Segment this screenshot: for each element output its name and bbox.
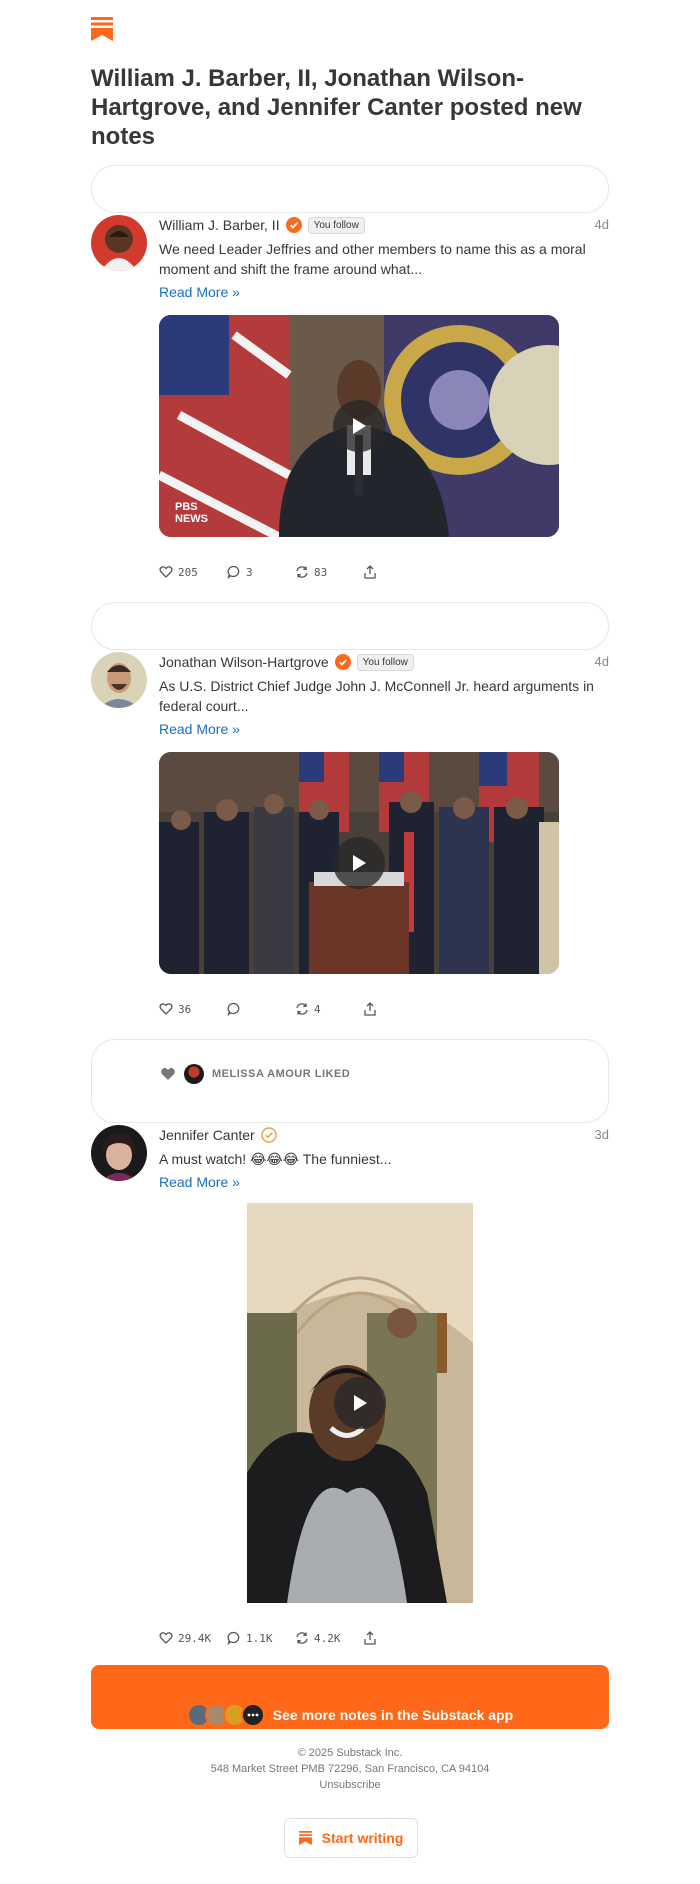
media-watermark: PBS NEWS — [175, 501, 208, 525]
note-text: As U.S. District Chief Judge John J. McC… — [159, 678, 594, 714]
liked-by-card: MELISSA AMOUR LIKED — [91, 1039, 609, 1123]
comment-button[interactable]: 3 — [227, 565, 295, 579]
cta-label: See more notes in the Substack app — [272, 1707, 514, 1723]
verified-badge-icon — [285, 217, 302, 233]
like-count: 36 — [178, 1002, 192, 1016]
substack-logo-icon — [298, 1831, 312, 1845]
address-text: 548 Market Street PMB 72296, San Francis… — [210, 1763, 490, 1775]
note-header-card — [91, 602, 609, 650]
heart-icon — [159, 566, 173, 578]
read-more-link[interactable]: Read More » — [159, 284, 240, 300]
share-icon — [364, 1002, 376, 1016]
verified-badge-icon — [334, 654, 351, 670]
restack-icon — [296, 1632, 308, 1644]
like-button[interactable]: 29.4K — [159, 1631, 227, 1645]
note-header-card — [91, 165, 609, 213]
share-icon — [364, 1631, 376, 1645]
timestamp: 4d — [594, 654, 609, 669]
note-card[interactable]: Jennifer Canter 3d A must watch! 😂😂😂 The… — [91, 1125, 609, 1655]
note-text: We need Leader Jeffries and other member… — [159, 241, 586, 277]
restack-icon — [296, 1003, 308, 1015]
avatar[interactable] — [91, 1125, 147, 1181]
start-writing-label: Start writing — [321, 1830, 404, 1846]
video-thumbnail[interactable] — [159, 752, 559, 974]
restack-button[interactable]: 4 — [295, 1002, 363, 1016]
like-button[interactable]: 36 — [159, 1002, 227, 1016]
email-page: William J. Barber, II, Jonathan Wilson-H… — [0, 0, 700, 1884]
note-actions: 36 4 — [159, 1002, 382, 1016]
share-button[interactable] — [363, 1002, 382, 1016]
like-button[interactable]: 205 — [159, 565, 227, 579]
comment-button[interactable]: 1.1K — [227, 1631, 295, 1645]
note-actions: 29.4K 1.1K 4.2K — [159, 1631, 382, 1645]
comment-icon — [227, 1002, 240, 1016]
page-title: William J. Barber, II, Jonathan Wilson-H… — [91, 65, 582, 150]
see-more-notes-button[interactable]: See more notes in the Substack app — [91, 1665, 609, 1729]
follow-status-badge: You follow — [307, 216, 365, 234]
restack-count: 83 — [314, 565, 328, 579]
read-more-link[interactable]: Read More » — [159, 721, 240, 737]
comment-button[interactable] — [227, 1002, 295, 1016]
timestamp: 4d — [594, 217, 609, 232]
video-thumbnail[interactable] — [247, 1203, 473, 1603]
heart-icon — [159, 1632, 173, 1644]
note-card[interactable]: Jonathan Wilson-Hartgrove You follow 4d … — [91, 652, 609, 1022]
comment-icon — [227, 565, 240, 579]
note-card[interactable]: William J. Barber, II You follow 4d We n… — [91, 215, 609, 585]
unsubscribe-link[interactable]: Unsubscribe — [0, 1777, 700, 1793]
restack-count: 4.2K — [314, 1631, 341, 1645]
substack-logo-icon[interactable] — [91, 17, 113, 41]
play-icon — [354, 1395, 367, 1411]
restack-count: 4 — [314, 1002, 321, 1016]
avatar[interactable] — [91, 215, 147, 271]
play-button[interactable] — [333, 837, 385, 889]
play-icon — [353, 418, 366, 434]
author-name[interactable]: Jennifer Canter — [159, 1127, 255, 1143]
liker-avatar[interactable] — [184, 1064, 204, 1084]
timestamp: 3d — [594, 1127, 609, 1142]
verified-badge-outline-icon — [261, 1127, 277, 1143]
play-icon — [353, 855, 366, 871]
copyright-text: © 2025 Substack Inc. — [297, 1747, 403, 1759]
author-name[interactable]: William J. Barber, II — [159, 217, 280, 233]
video-thumbnail[interactable]: PBS NEWS — [159, 315, 559, 537]
avatar[interactable] — [91, 652, 147, 708]
share-button[interactable] — [363, 1631, 382, 1645]
restack-button[interactable]: 83 — [295, 565, 363, 579]
more-icon — [240, 1703, 265, 1727]
comment-count: 3 — [246, 565, 253, 579]
start-writing-button[interactable]: Start writing — [284, 1818, 418, 1858]
play-button[interactable] — [333, 400, 385, 452]
heart-icon — [159, 1003, 173, 1015]
like-count: 29.4K — [178, 1631, 212, 1645]
like-count: 205 — [178, 565, 198, 579]
note-actions: 205 3 83 — [159, 565, 382, 579]
share-icon — [364, 565, 376, 579]
read-more-link[interactable]: Read More » — [159, 1174, 240, 1190]
note-text: A must watch! 😂😂😂 The funniest... — [159, 1151, 392, 1167]
follow-status-badge: You follow — [356, 653, 414, 671]
share-button[interactable] — [363, 565, 382, 579]
comment-icon — [227, 1631, 240, 1645]
restack-button[interactable]: 4.2K — [295, 1631, 363, 1645]
liked-by-label: MELISSA AMOUR LIKED — [212, 1068, 351, 1080]
author-name[interactable]: Jonathan Wilson-Hartgrove — [159, 654, 329, 670]
heart-filled-icon — [161, 1068, 175, 1080]
play-button[interactable] — [334, 1377, 386, 1429]
restack-icon — [296, 566, 308, 578]
comment-count: 1.1K — [246, 1631, 273, 1645]
